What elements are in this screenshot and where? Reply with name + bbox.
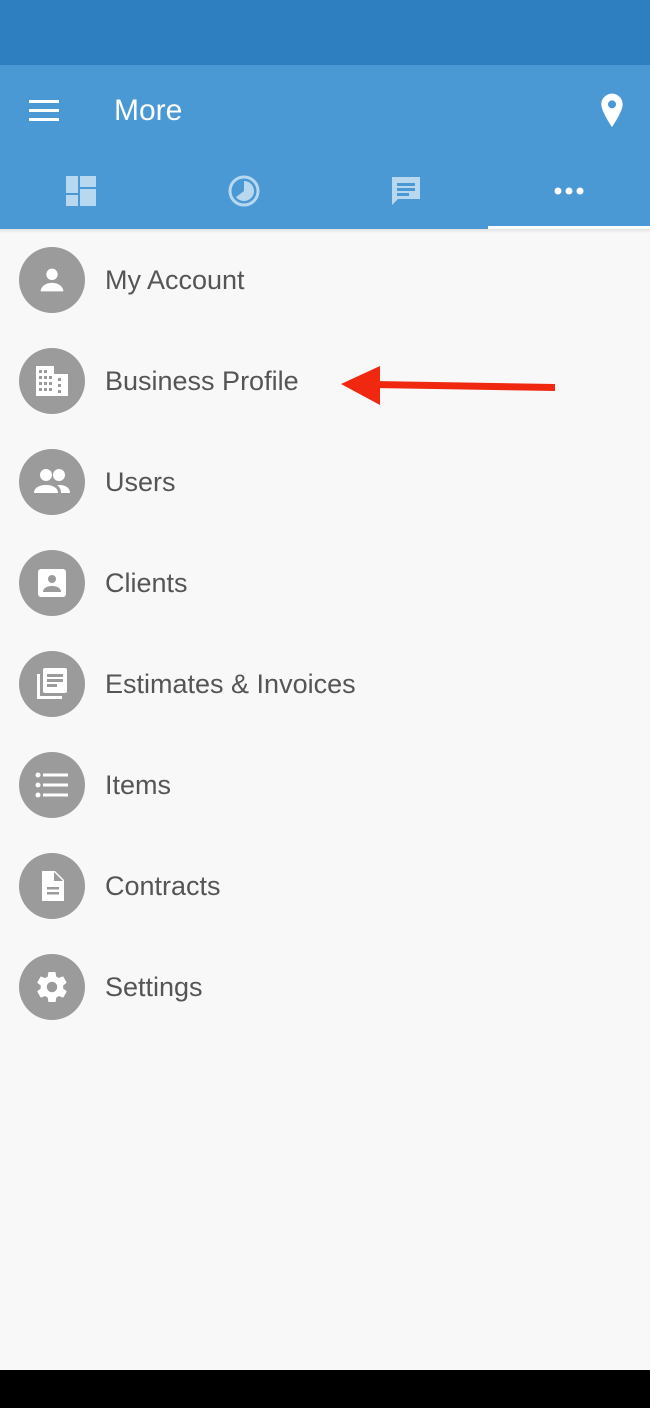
- avatar: [19, 247, 85, 313]
- arrow-shaft: [377, 381, 555, 391]
- menu-item-label: Business Profile: [105, 366, 299, 396]
- tab-more[interactable]: [487, 155, 650, 229]
- map-pin-icon: [601, 93, 623, 127]
- building-icon: [36, 366, 68, 396]
- app-bar: More: [0, 65, 650, 155]
- arrow-head: [341, 366, 380, 405]
- tab-messages[interactable]: [325, 155, 488, 229]
- tab-timer[interactable]: [163, 155, 326, 229]
- menu-item-label: Contracts: [105, 871, 221, 901]
- group-icon: [34, 469, 70, 493]
- menu-item-label: My Account: [105, 265, 245, 295]
- menu-item-users[interactable]: Users: [0, 432, 650, 532]
- menu-item-label: Estimates & Invoices: [105, 669, 356, 699]
- dashboard-icon: [66, 176, 97, 206]
- menu-item-clients[interactable]: Clients: [0, 533, 650, 633]
- list-icon: [35, 772, 68, 798]
- tab-bar: [0, 155, 650, 229]
- menu-item-label: Settings: [105, 972, 203, 1002]
- person-icon: [40, 268, 64, 292]
- page-title: More: [114, 94, 183, 127]
- status-bar: [0, 0, 650, 65]
- chat-icon: [392, 177, 421, 205]
- system-navigation-bar: [0, 1370, 650, 1408]
- menu-item-label: Clients: [105, 568, 188, 598]
- avatar: [19, 752, 85, 818]
- avatar: [19, 954, 85, 1020]
- more-dots-icon: [554, 187, 584, 195]
- clock-icon: [228, 175, 260, 207]
- avatar: [19, 348, 85, 414]
- avatar: [19, 550, 85, 616]
- contact-card-icon: [38, 569, 66, 597]
- tab-dashboard[interactable]: [0, 155, 163, 229]
- menu-item-label: Items: [105, 770, 172, 800]
- menu-item-settings[interactable]: Settings: [0, 937, 650, 1037]
- menu-button[interactable]: [22, 95, 66, 127]
- menu-item-items[interactable]: Items: [0, 735, 650, 835]
- menu-item-my-account[interactable]: My Account: [0, 230, 650, 330]
- menu-item-label: Users: [105, 467, 176, 497]
- menu-item-contracts[interactable]: Contracts: [0, 836, 650, 936]
- avatar: [19, 853, 85, 919]
- menu-item-estimates-invoices[interactable]: Estimates & Invoices: [0, 634, 650, 734]
- avatar: [19, 449, 85, 515]
- avatar: [19, 651, 85, 717]
- gear-icon: [37, 971, 67, 1003]
- documents-icon: [37, 668, 67, 699]
- location-button[interactable]: [596, 91, 628, 131]
- annotation-arrow: [341, 366, 555, 405]
- file-icon: [42, 871, 64, 901]
